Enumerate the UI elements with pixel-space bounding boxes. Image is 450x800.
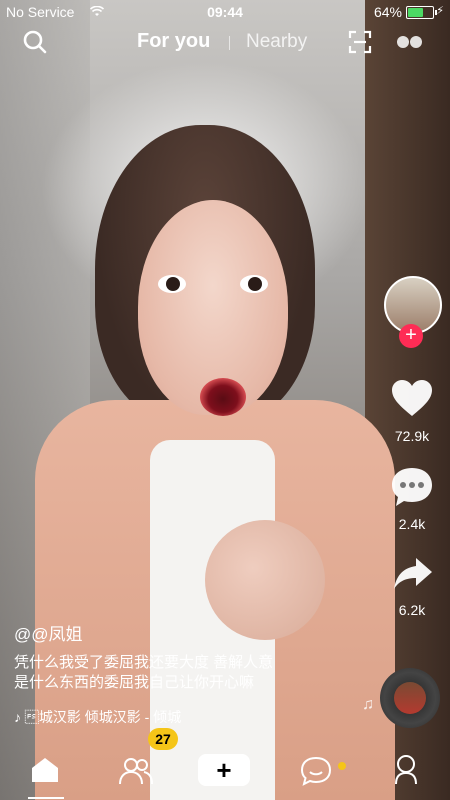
video-mouth xyxy=(200,378,246,416)
caption-line-1: 凭什么我受了委屈我还要大度 善解人意 xyxy=(14,654,274,671)
top-nav: For you Nearby xyxy=(0,24,450,60)
plus-icon: + xyxy=(216,755,232,785)
tab-divider xyxy=(229,36,230,50)
dual-dot-icon[interactable] xyxy=(396,34,424,50)
video-eye-right xyxy=(240,275,268,293)
bottom-nav: 27 + xyxy=(0,728,450,800)
like-count: 72.9k xyxy=(394,428,430,444)
music-info[interactable]: ♪ 城汉影 倾城汉影 - 倾城 xyxy=(14,707,181,727)
home-icon[interactable] xyxy=(30,756,60,784)
tab-nearby[interactable]: Nearby xyxy=(246,31,307,53)
tiktok-note-icon: ♪ xyxy=(14,709,21,725)
comment-count: 2.4k xyxy=(398,516,426,532)
friends-icon[interactable] xyxy=(118,756,154,786)
friends-badge: 27 xyxy=(148,728,178,750)
inbox-icon[interactable] xyxy=(300,756,332,786)
status-bar: No Service 09:44 64% ⚡ xyxy=(0,0,450,24)
profile-icon[interactable] xyxy=(392,754,420,786)
video-caption: @@凤姐 凭什么我受了委屈我还要大度 善解人意 是什么东西的委屈我自己让你开心嘛 xyxy=(14,620,394,693)
charging-icon: ⚡ xyxy=(436,5,444,17)
battery-fill xyxy=(408,8,424,17)
battery-percent: 64% xyxy=(373,4,402,20)
scan-icon[interactable] xyxy=(348,30,372,54)
music-disc[interactable] xyxy=(380,668,440,728)
floating-note-icon: ♫ xyxy=(362,696,374,713)
share-count: 6.2k xyxy=(398,602,426,618)
video-eye-left xyxy=(158,275,186,293)
plus-icon: + xyxy=(405,324,417,346)
search-icon[interactable] xyxy=(22,29,48,55)
author-username[interactable]: @@凤姐 xyxy=(14,620,394,645)
comment-icon[interactable] xyxy=(390,466,434,508)
inbox-notification-dot xyxy=(338,762,346,770)
add-video-button[interactable]: + xyxy=(194,754,254,786)
battery-icon xyxy=(406,6,437,19)
home-active-indicator xyxy=(28,797,64,799)
music-title: 城汉影 倾城汉影 - 倾城 xyxy=(24,709,182,725)
music-disc-cover xyxy=(394,682,426,714)
share-icon[interactable] xyxy=(392,556,434,592)
like-icon[interactable] xyxy=(390,378,434,418)
caption-line-2: 是什么东西的委屈我自己让你开心嘛 xyxy=(14,674,255,691)
tab-for-you[interactable]: For you xyxy=(137,30,210,53)
follow-button[interactable]: + xyxy=(399,324,423,348)
